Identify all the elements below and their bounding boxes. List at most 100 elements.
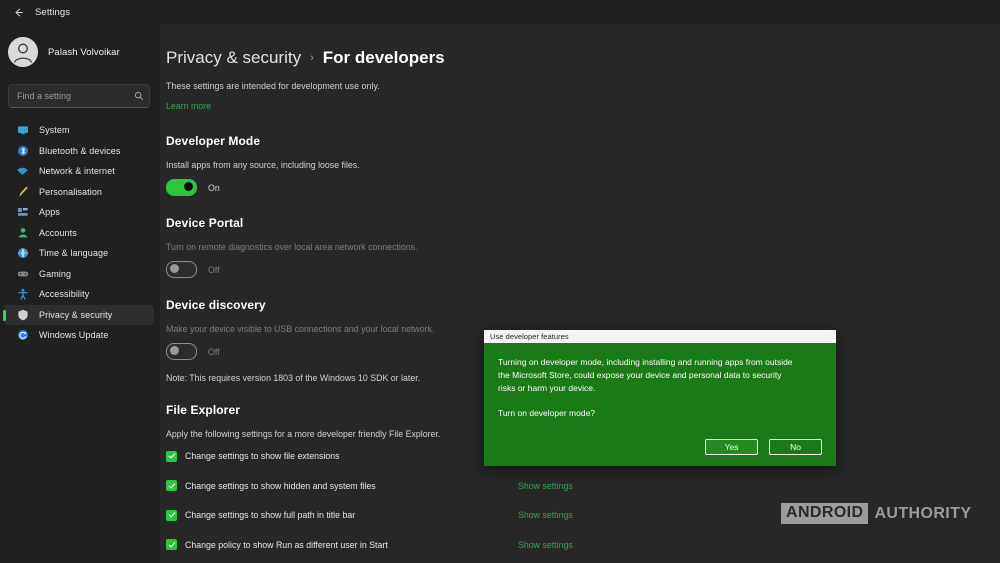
- window-body: Palash Volvoikar System: [0, 24, 1000, 563]
- sidebar-item-label: Accessibility: [39, 289, 89, 299]
- section-developer-mode: Developer Mode Install apps from any sou…: [166, 134, 1000, 196]
- list-item: Change settings to show hidden and syste…: [166, 479, 1000, 493]
- toggle-state-label: Off: [208, 347, 220, 357]
- sidebar-item-time-language[interactable]: Time & language: [4, 243, 154, 264]
- device-discovery-toggle[interactable]: [166, 343, 197, 360]
- sidebar-item-label: Windows Update: [39, 330, 108, 340]
- breadcrumb: Privacy & security › For developers: [166, 48, 1000, 68]
- sidebar-item-label: Personalisation: [39, 187, 102, 197]
- device-portal-toggle[interactable]: [166, 261, 197, 278]
- sidebar-item-apps[interactable]: Apps: [4, 202, 154, 223]
- sidebar-item-label: Accounts: [39, 228, 77, 238]
- sidebar-item-personalisation[interactable]: Personalisation: [4, 182, 154, 203]
- sidebar-item-label: Network & internet: [39, 166, 115, 176]
- breadcrumb-parent[interactable]: Privacy & security: [166, 48, 301, 68]
- dialog-yes-button[interactable]: Yes: [705, 439, 758, 455]
- list-item: Change policy to show Run as different u…: [166, 538, 1000, 552]
- checkbox-checked[interactable]: [166, 480, 177, 491]
- settings-window: Settings Palash Volvoikar: [0, 0, 1000, 563]
- option-label: Change settings to show full path in tit…: [185, 510, 355, 520]
- sidebar-item-label: System: [39, 125, 70, 135]
- dialog-message: Turning on developer mode, including ins…: [498, 356, 798, 394]
- section-title: Developer Mode: [166, 134, 1000, 148]
- sidebar: Palash Volvoikar System: [0, 24, 160, 563]
- dialog-title: Use developer features: [490, 332, 569, 341]
- show-settings-link[interactable]: Show settings: [518, 510, 573, 520]
- dialog-actions: Yes No: [498, 439, 822, 455]
- section-device-portal: Device Portal Turn on remote diagnostics…: [166, 216, 1000, 278]
- intro-text: These settings are intended for developm…: [166, 81, 1000, 91]
- sidebar-item-windows-update[interactable]: Windows Update: [4, 325, 154, 346]
- sidebar-item-accessibility[interactable]: Accessibility: [4, 284, 154, 305]
- checkbox-checked[interactable]: [166, 539, 177, 550]
- dialog-body: Turning on developer mode, including ins…: [484, 343, 836, 466]
- section-description: Turn on remote diagnostics over local ar…: [166, 242, 1000, 252]
- window-titlebar: Settings: [0, 0, 1000, 24]
- watermark-plain-word: AUTHORITY: [874, 505, 971, 523]
- update-refresh-icon: [16, 329, 29, 342]
- sidebar-nav: System Bluetooth & devices Network & int…: [0, 120, 160, 346]
- show-settings-link[interactable]: Show settings: [518, 481, 573, 491]
- toggle-knob: [170, 264, 179, 273]
- watermark-boxed-word: ANDROID: [781, 503, 868, 524]
- check-icon: [168, 452, 176, 460]
- search-box[interactable]: [8, 84, 150, 108]
- watermark: ANDROID AUTHORITY: [781, 503, 971, 524]
- developer-mode-toggle[interactable]: [166, 179, 197, 196]
- account-name: Palash Volvoikar: [48, 47, 120, 58]
- learn-more-link[interactable]: Learn more: [166, 101, 211, 111]
- page-title: For developers: [323, 48, 445, 68]
- check-icon: [168, 482, 176, 490]
- gamepad-icon: [16, 267, 29, 280]
- device-portal-toggle-row: Off: [166, 261, 1000, 278]
- shield-icon: [16, 308, 29, 321]
- developer-mode-toggle-row: On: [166, 179, 1000, 196]
- window-title: Settings: [35, 7, 70, 18]
- check-icon: [168, 511, 176, 519]
- sidebar-item-label: Apps: [39, 207, 60, 217]
- sidebar-item-gaming[interactable]: Gaming: [4, 264, 154, 285]
- main-content: Privacy & security › For developers Thes…: [160, 24, 1000, 563]
- sidebar-item-label: Gaming: [39, 269, 71, 279]
- dialog-titlebar: Use developer features: [484, 330, 836, 343]
- account-row[interactable]: Palash Volvoikar: [0, 28, 160, 76]
- sidebar-item-system[interactable]: System: [4, 120, 154, 141]
- toggle-state-label: On: [208, 183, 220, 193]
- sidebar-item-network-internet[interactable]: Network & internet: [4, 161, 154, 182]
- section-description: Install apps from any source, including …: [166, 160, 1000, 170]
- show-settings-link[interactable]: Show settings: [518, 540, 573, 550]
- accessibility-person-icon: [16, 288, 29, 301]
- brush-icon: [16, 185, 29, 198]
- back-arrow-icon: [13, 7, 24, 18]
- option-label: Change policy to show Run as different u…: [185, 540, 388, 550]
- checkbox-checked[interactable]: [166, 510, 177, 521]
- back-button[interactable]: [7, 2, 29, 22]
- toggle-state-label: Off: [208, 265, 220, 275]
- sidebar-item-label: Bluetooth & devices: [39, 146, 120, 156]
- account-person-icon: [16, 226, 29, 239]
- section-title: Device discovery: [166, 298, 1000, 312]
- wifi-icon: [16, 165, 29, 178]
- sidebar-item-label: Time & language: [39, 248, 108, 258]
- search-icon: [134, 91, 144, 101]
- toggle-knob: [170, 346, 179, 355]
- person-avatar-icon: [8, 37, 38, 67]
- monitor-icon: [16, 124, 29, 137]
- search-input[interactable]: [17, 91, 134, 101]
- dialog-no-button[interactable]: No: [769, 439, 822, 455]
- section-title: Device Portal: [166, 216, 1000, 230]
- sidebar-item-bluetooth-devices[interactable]: Bluetooth & devices: [4, 141, 154, 162]
- checkbox-checked[interactable]: [166, 451, 177, 462]
- bluetooth-icon: [16, 144, 29, 157]
- developer-features-dialog: Use developer features Turning on develo…: [484, 330, 836, 466]
- sidebar-item-label: Privacy & security: [39, 310, 112, 320]
- sidebar-item-accounts[interactable]: Accounts: [4, 223, 154, 244]
- toggle-knob: [184, 182, 193, 191]
- dialog-question: Turn on developer mode?: [498, 408, 822, 418]
- sidebar-item-privacy-security[interactable]: Privacy & security: [4, 305, 154, 326]
- option-label: Change settings to show file extensions: [185, 451, 340, 461]
- apps-grid-icon: [16, 206, 29, 219]
- option-label: Change settings to show hidden and syste…: [185, 481, 376, 491]
- globe-clock-icon: [16, 247, 29, 260]
- check-icon: [168, 541, 176, 549]
